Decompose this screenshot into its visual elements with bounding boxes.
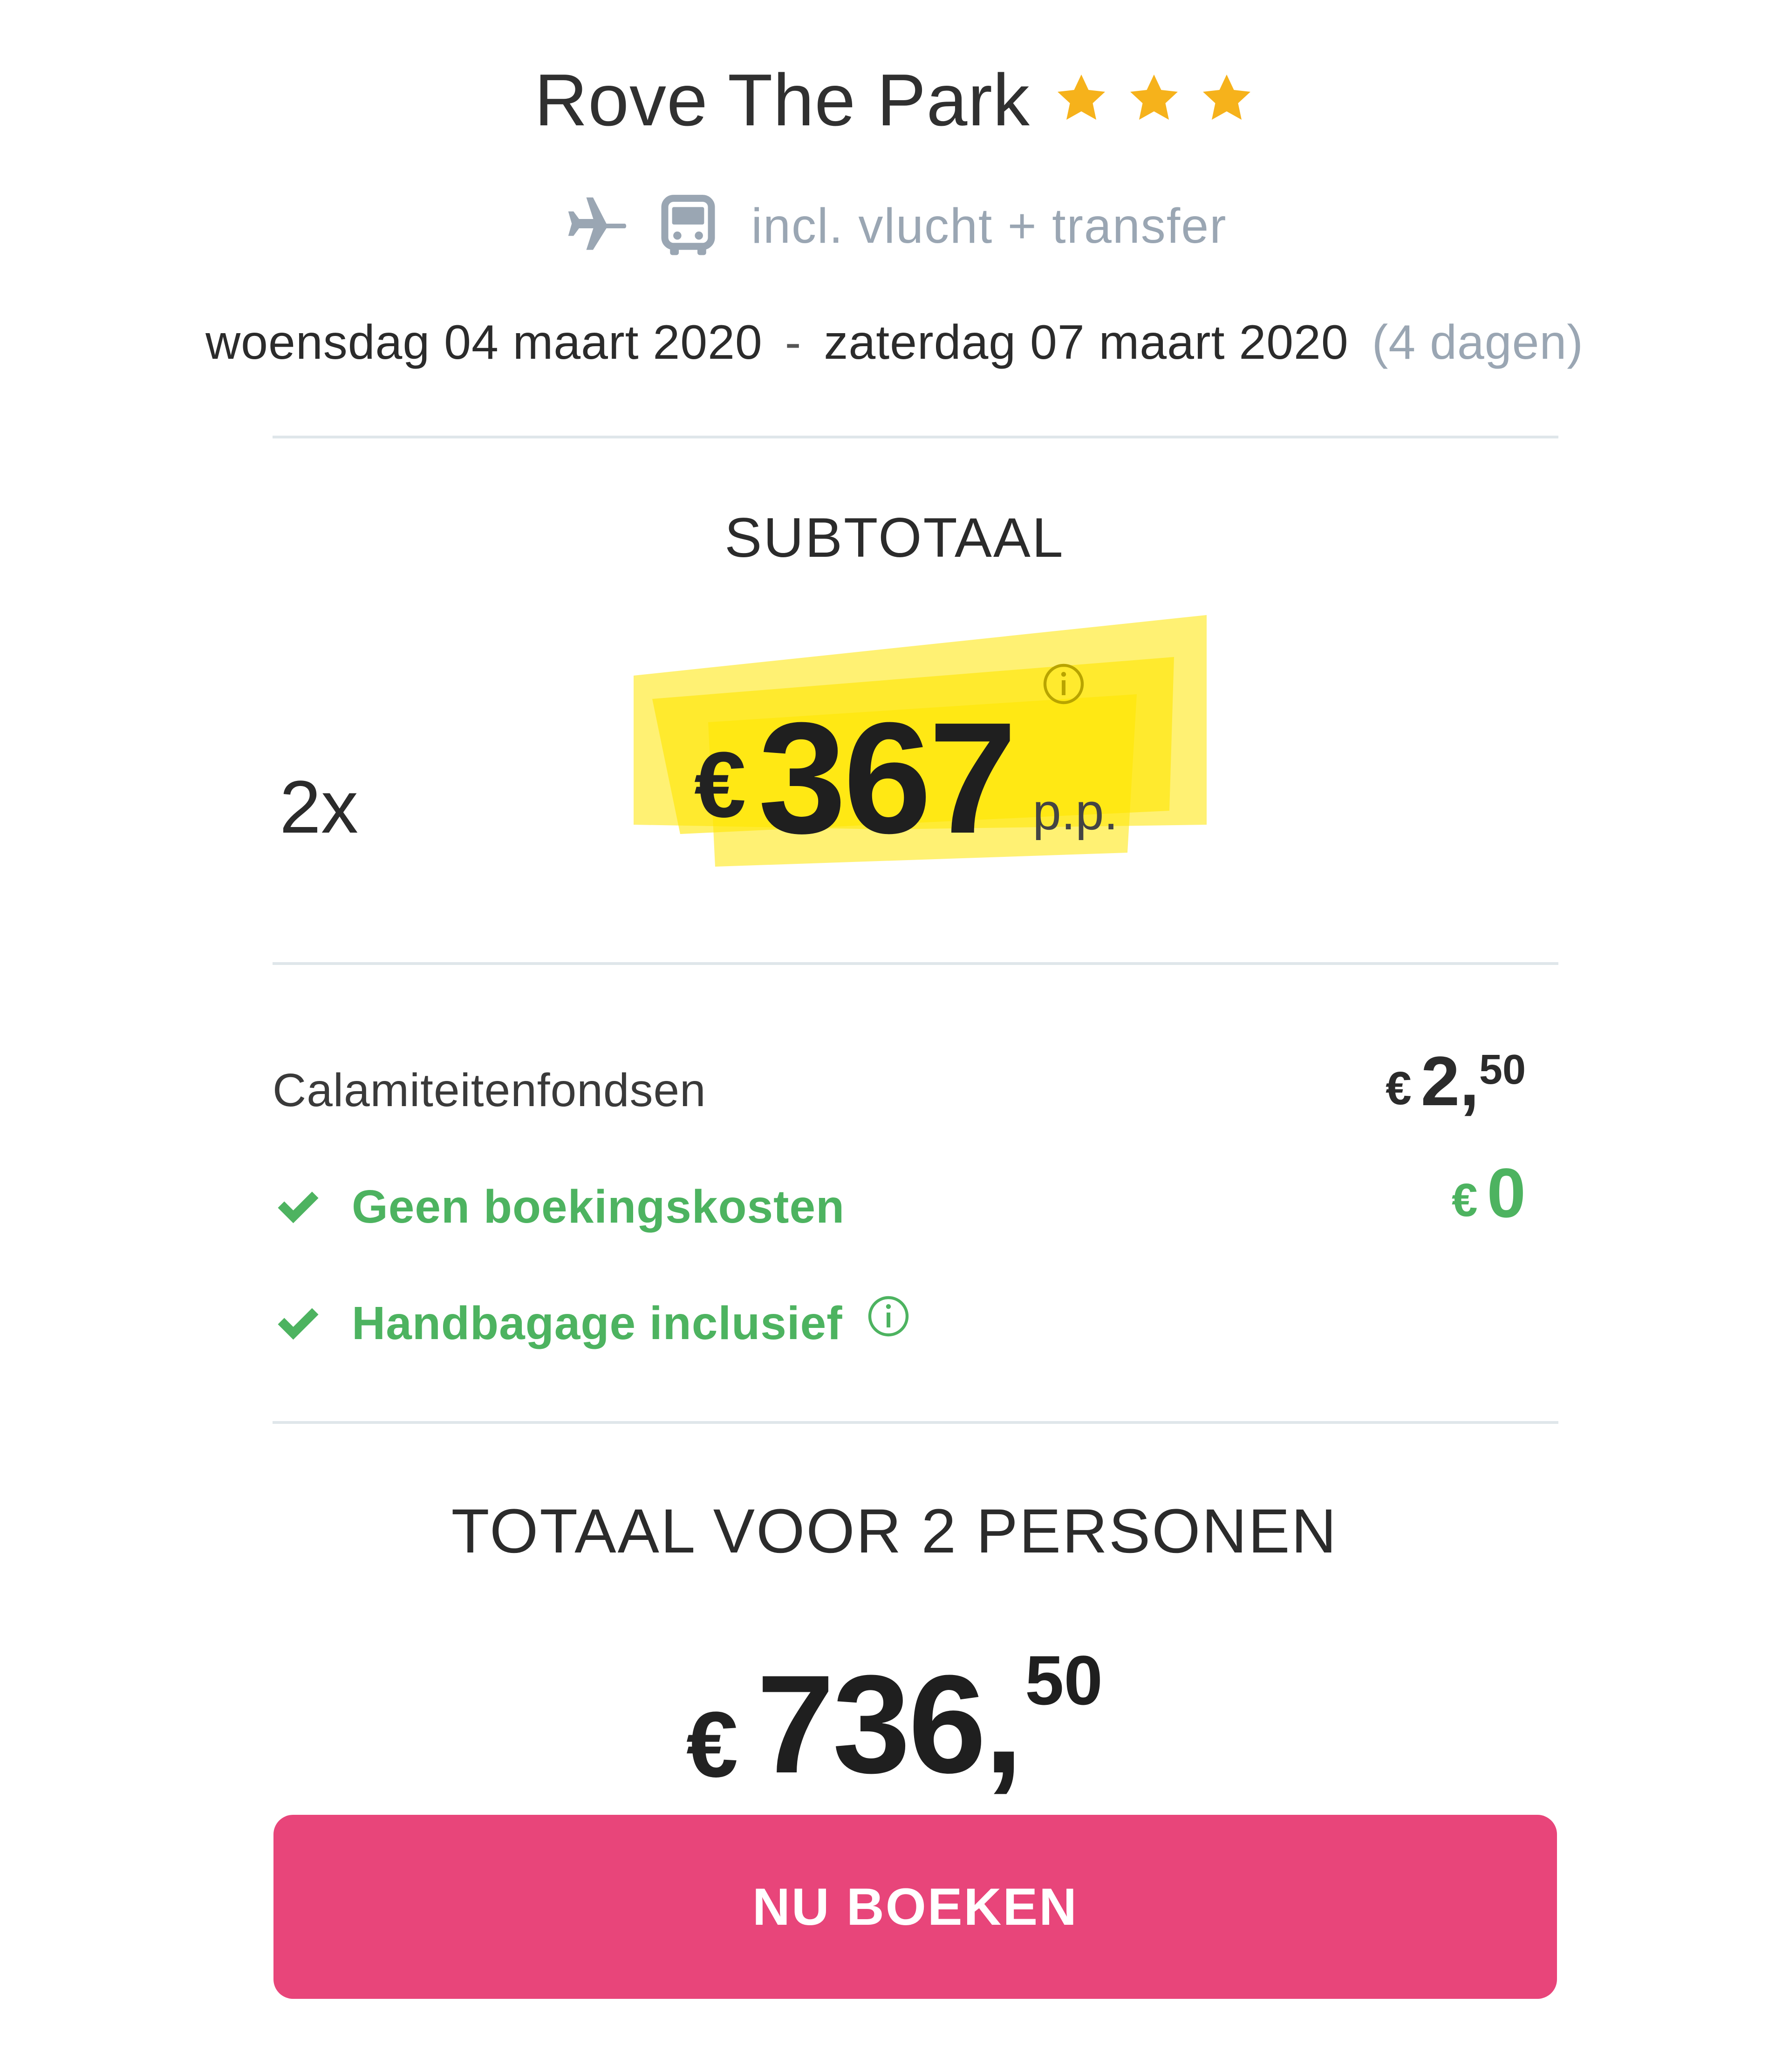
price-main: 0 <box>1487 1154 1526 1232</box>
divider <box>273 962 1558 965</box>
booking-fee-price: € 0 <box>1452 1158 1526 1228</box>
end-date: zaterdag 07 maart 2020 <box>824 315 1349 369</box>
bus-icon <box>661 195 715 255</box>
price-main: 2, <box>1420 1042 1479 1120</box>
price-main: 736, <box>757 1646 1023 1802</box>
per-person-label: p.p. <box>1032 783 1118 841</box>
price-amount: 367 <box>758 690 1017 867</box>
currency-symbol: € <box>1451 1174 1478 1226</box>
currency-symbol: € <box>694 733 746 837</box>
booking-summary-card: Rove The Park incl. vlucht + transfer wo… <box>0 0 1789 2072</box>
check-icon <box>278 1308 319 1340</box>
currency-symbol: € <box>1386 1062 1412 1115</box>
travel-dates: woensdag 04 maart 2020 - zaterdag 07 maa… <box>0 310 1789 375</box>
includes-row: incl. vlucht + transfer <box>0 186 1789 266</box>
start-date: woensdag 04 maart 2020 <box>205 315 763 369</box>
hotel-header: Rove The Park <box>0 54 1789 147</box>
divider <box>273 1421 1558 1424</box>
booking-fee-row: Geen boekingskosten € 0 <box>273 1158 1558 1242</box>
subtotal-label: SUBTOTAAL <box>724 506 1065 569</box>
calamity-fund-price: € 2, 50 <box>1386 1046 1526 1116</box>
check-icon <box>278 1191 319 1224</box>
hand-luggage-label: Handbagage inclusief <box>352 1297 843 1349</box>
price-per-person: € 367 p.p. <box>694 699 1118 857</box>
hotel-name: Rove The Park <box>534 59 1030 141</box>
traveler-quantity: 2x <box>280 765 358 848</box>
price-cents: 50 <box>1479 1046 1526 1093</box>
trip-duration: (4 dagen) <box>1372 315 1584 369</box>
info-icon[interactable] <box>866 1294 911 1339</box>
book-now-button[interactable]: NU BOEKEN <box>273 1815 1557 1999</box>
includes-text: incl. vlucht + transfer <box>751 198 1227 253</box>
star-icon <box>1130 75 1178 120</box>
hotel-rating <box>1053 70 1255 126</box>
total-price: € 736, 50 <box>0 1640 1789 1798</box>
price-cents: 50 <box>1025 1641 1103 1719</box>
divider <box>273 436 1558 438</box>
plane-icon <box>568 197 627 250</box>
hand-luggage-row: Handbagage inclusief <box>273 1288 1558 1358</box>
star-icon <box>1057 75 1105 120</box>
star-icon <box>1202 75 1250 120</box>
booking-fee-label: Geen boekingskosten <box>352 1180 845 1233</box>
date-separator: - <box>785 315 802 369</box>
calamity-fund-row: Calamiteitenfondsen € 2, 50 <box>273 1046 1558 1125</box>
calamity-fund-label: Calamiteitenfondsen <box>273 1064 706 1116</box>
total-label: TOTAAL VOOR 2 PERSONEN <box>451 1497 1338 1566</box>
currency-symbol: € <box>686 1693 738 1797</box>
